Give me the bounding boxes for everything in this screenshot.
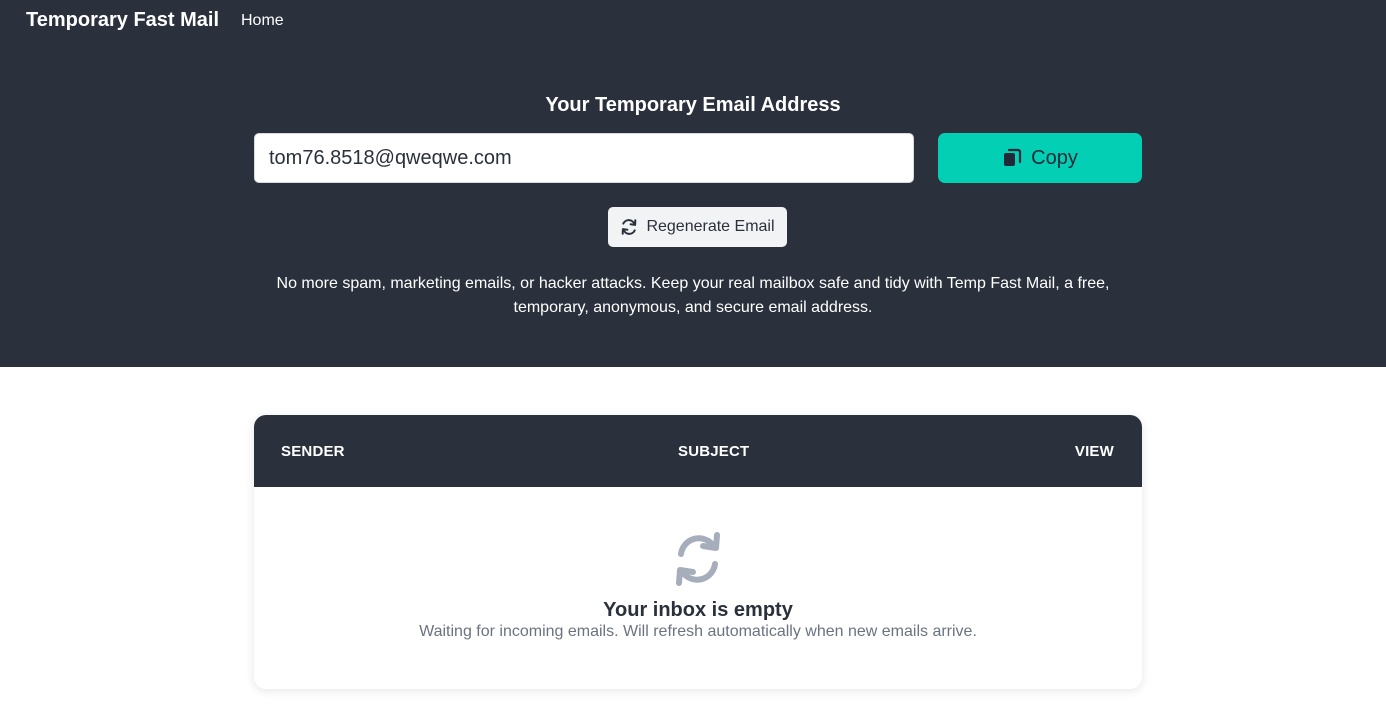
inbox-table-header: SENDER SUBJECT VIEW bbox=[254, 415, 1142, 487]
nav-link-home[interactable]: Home bbox=[241, 12, 284, 30]
refresh-icon bbox=[672, 532, 724, 586]
regenerate-button-label: Regenerate Email bbox=[646, 218, 775, 235]
email-address-field[interactable] bbox=[254, 133, 914, 183]
hero-description: No more spam, marketing emails, or hacke… bbox=[276, 275, 1110, 316]
copy-button[interactable]: Copy bbox=[938, 133, 1142, 183]
page-title: Your Temporary Email Address bbox=[545, 94, 841, 116]
column-header-sender: SENDER bbox=[281, 443, 345, 460]
copy-icon bbox=[1002, 148, 1022, 168]
column-header-view: VIEW bbox=[1074, 443, 1114, 460]
empty-inbox-description: Waiting for incoming emails. Will refres… bbox=[419, 623, 977, 640]
column-header-subject: SUBJECT bbox=[678, 443, 750, 460]
copy-button-label: Copy bbox=[1031, 146, 1078, 169]
navbar: Temporary Fast Mail Home bbox=[0, 0, 1386, 42]
empty-inbox-title: Your inbox is empty bbox=[603, 599, 793, 621]
brand-title[interactable]: Temporary Fast Mail bbox=[26, 9, 219, 32]
inbox-table: SENDER SUBJECT VIEW Your inbox is empty … bbox=[254, 415, 1142, 689]
regenerate-icon bbox=[620, 218, 638, 236]
hero-section: Temporary Fast Mail Home Your Temporary … bbox=[0, 0, 1386, 367]
regenerate-email-button[interactable]: Regenerate Email bbox=[608, 207, 787, 247]
